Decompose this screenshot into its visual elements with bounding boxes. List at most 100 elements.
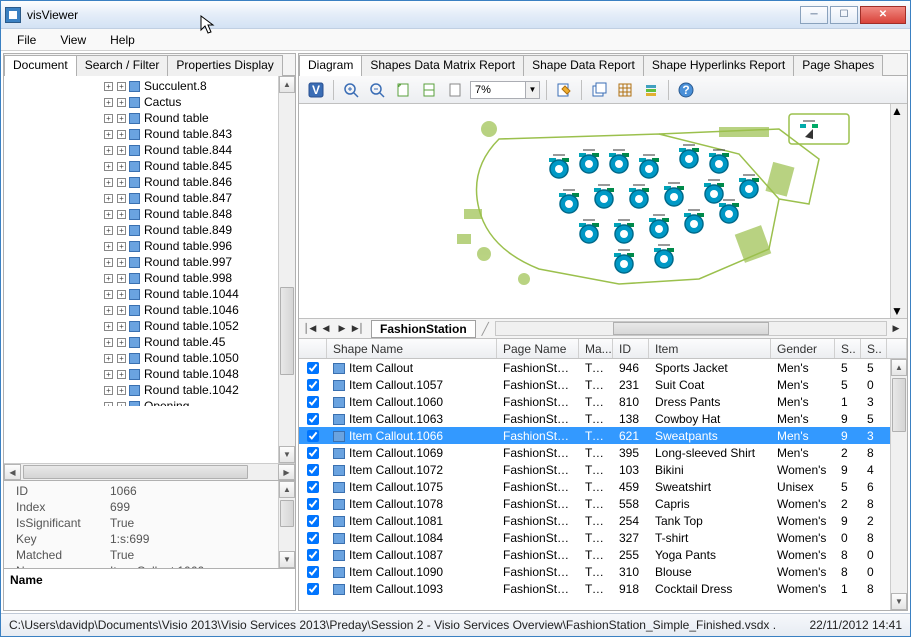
row-checkbox[interactable] [299, 515, 327, 527]
tree-hscrollbar[interactable]: ◀ ▶ [4, 463, 295, 480]
expander-icon[interactable]: + [104, 178, 113, 187]
expander-icon[interactable]: + [117, 114, 126, 123]
expander-icon[interactable]: + [104, 242, 113, 251]
expander-icon[interactable]: + [117, 194, 126, 203]
tree-item[interactable]: ++Round table.1048 [10, 366, 295, 382]
row-checkbox[interactable] [299, 532, 327, 544]
zoom-in-icon[interactable] [340, 79, 362, 101]
col-master[interactable]: Ma... [579, 339, 613, 358]
scroll-up-icon[interactable]: ▲ [279, 481, 295, 498]
expander-icon[interactable]: + [117, 306, 126, 315]
property-row[interactable]: MatchedTrue [6, 547, 293, 563]
property-row[interactable]: Key1:s:699 [6, 531, 293, 547]
table-row[interactable]: Item Callout.1093FashionStationTrue918Co… [299, 580, 907, 597]
col-gender[interactable]: Gender [771, 339, 835, 358]
row-checkbox[interactable] [299, 447, 327, 459]
expander-icon[interactable]: + [117, 178, 126, 187]
row-checkbox[interactable] [299, 481, 327, 493]
tree-item[interactable]: ++Round table [10, 110, 295, 126]
edit-icon[interactable] [553, 79, 575, 101]
property-row[interactable]: NameItem Callout.1066 [6, 563, 293, 568]
minimize-button[interactable] [800, 6, 828, 24]
expander-icon[interactable]: + [117, 210, 126, 219]
row-checkbox[interactable] [299, 566, 327, 578]
tree-item[interactable]: ++Round table.843 [10, 126, 295, 142]
tab-search-filter[interactable]: Search / Filter [76, 55, 169, 76]
expander-icon[interactable]: + [117, 242, 126, 251]
help-icon[interactable]: ? [675, 79, 697, 101]
first-page-icon[interactable]: │◀ [303, 321, 317, 337]
tree-item[interactable]: ++Round table.997 [10, 254, 295, 270]
tree-item[interactable]: ++Round table.844 [10, 142, 295, 158]
expander-icon[interactable]: + [117, 402, 126, 407]
row-checkbox[interactable] [299, 464, 327, 476]
grid-vscrollbar[interactable]: ▲ ▼ [890, 359, 907, 610]
table-row[interactable]: Item Callout.1060FashionStationTrue810Dr… [299, 393, 907, 410]
col-s2[interactable]: S.. [861, 339, 887, 358]
scroll-down-icon[interactable]: ▼ [891, 304, 907, 318]
expander-icon[interactable]: + [117, 290, 126, 299]
tab-properties-display[interactable]: Properties Display [167, 55, 282, 76]
row-checkbox[interactable] [299, 549, 327, 561]
table-row[interactable]: Item Callout.1075FashionStationTrue459Sw… [299, 478, 907, 495]
page-name-tab[interactable]: FashionStation [371, 320, 476, 338]
expander-icon[interactable]: + [104, 354, 113, 363]
tree-item[interactable]: ++Round table.1044 [10, 286, 295, 302]
tab-diagram[interactable]: Diagram [299, 55, 362, 76]
expander-icon[interactable]: + [104, 370, 113, 379]
table-row[interactable]: Item Callout.1084FashionStationTrue327T-… [299, 529, 907, 546]
table-row[interactable]: Item Callout.1069FashionStationTrue395Lo… [299, 444, 907, 461]
tree-item[interactable]: ++Round table.845 [10, 158, 295, 174]
expander-icon[interactable]: + [104, 322, 113, 331]
expander-icon[interactable]: + [117, 386, 126, 395]
expander-icon[interactable]: + [117, 322, 126, 331]
maximize-button[interactable] [830, 6, 858, 24]
tab-document[interactable]: Document [4, 55, 77, 76]
tree-vscrollbar[interactable]: ▲ ▼ [278, 76, 295, 463]
expander-icon[interactable]: + [104, 274, 113, 283]
table-row[interactable]: Item CalloutFashionStationTrue946Sports … [299, 359, 907, 376]
expander-icon[interactable]: + [117, 226, 126, 235]
next-page-icon[interactable]: ▶ [335, 321, 349, 337]
scroll-right-icon[interactable]: ▶ [278, 464, 295, 480]
tab-matrix-report[interactable]: Shapes Data Matrix Report [361, 55, 524, 76]
scroll-thumb[interactable] [613, 322, 769, 335]
col-page-name[interactable]: Page Name [497, 339, 579, 358]
expander-icon[interactable]: + [117, 258, 126, 267]
tree-item[interactable]: ++Round table.847 [10, 190, 295, 206]
col-item[interactable]: Item [649, 339, 771, 358]
row-checkbox[interactable] [299, 430, 327, 442]
last-page-icon[interactable]: ▶│ [351, 321, 365, 337]
expander-icon[interactable]: + [104, 306, 113, 315]
zoom-out-icon[interactable] [366, 79, 388, 101]
pager-hscrollbar[interactable] [495, 321, 887, 336]
table-row[interactable]: Item Callout.1072FashionStationTrue103Bi… [299, 461, 907, 478]
tree-item[interactable]: ++Round table.1046 [10, 302, 295, 318]
property-row[interactable]: Index699 [6, 499, 293, 515]
expander-icon[interactable]: + [104, 226, 113, 235]
expander-icon[interactable]: + [104, 162, 113, 171]
zoom-dropdown-icon[interactable]: ▼ [526, 81, 540, 99]
col-s1[interactable]: S.. [835, 339, 861, 358]
expander-icon[interactable]: + [104, 338, 113, 347]
expander-icon[interactable]: + [117, 354, 126, 363]
scroll-down-icon[interactable]: ▼ [891, 593, 907, 610]
tree-item[interactable]: ++Opening [10, 398, 295, 406]
expander-icon[interactable]: + [104, 98, 113, 107]
scroll-down-icon[interactable]: ▼ [279, 551, 295, 568]
tree-item[interactable]: ++Cactus [10, 94, 295, 110]
expander-icon[interactable]: + [104, 82, 113, 91]
visio-icon[interactable]: V [305, 79, 327, 101]
scroll-thumb[interactable] [23, 465, 248, 479]
row-checkbox[interactable] [299, 396, 327, 408]
expander-icon[interactable]: + [104, 290, 113, 299]
prev-page-icon[interactable]: ◀ [319, 321, 333, 337]
tree-item[interactable]: ++Round table.1050 [10, 350, 295, 366]
scroll-thumb[interactable] [280, 500, 294, 527]
expander-icon[interactable]: + [117, 370, 126, 379]
table-row[interactable]: Item Callout.1057FashionStationTrue231Su… [299, 376, 907, 393]
scroll-up-icon[interactable]: ▲ [891, 359, 907, 376]
tree-item[interactable]: ++Round table.998 [10, 270, 295, 286]
tab-hyperlinks-report[interactable]: Shape Hyperlinks Report [643, 55, 794, 76]
scroll-up-icon[interactable]: ▲ [891, 104, 907, 118]
